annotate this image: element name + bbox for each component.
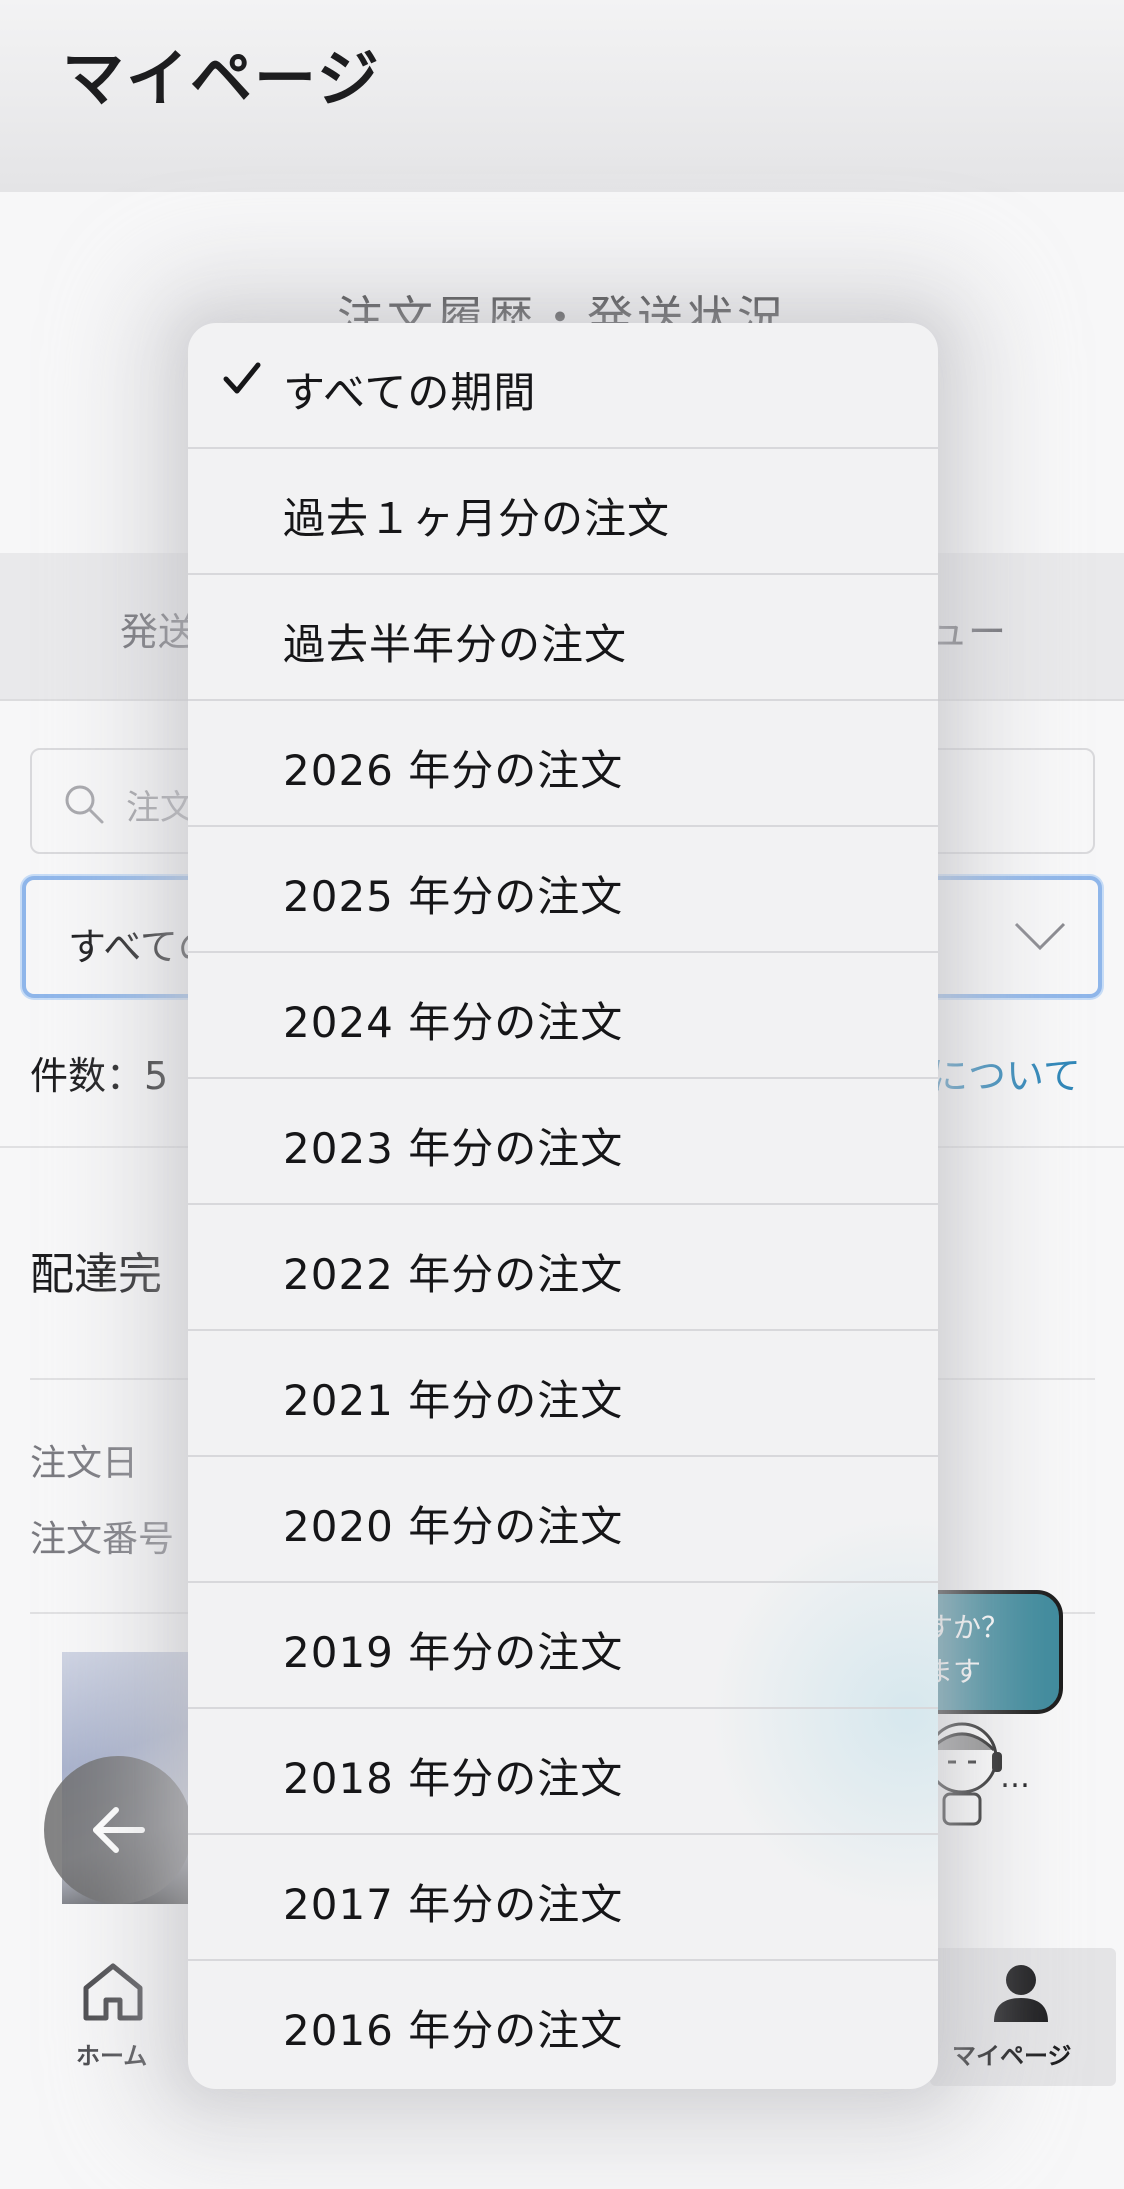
search-placeholder: 注文 <box>126 788 194 828</box>
arrow-left-icon <box>93 1807 145 1853</box>
page-header: マイページ <box>0 0 1124 192</box>
dropdown-option-label: 2017 年分の注文 <box>283 1880 624 1929</box>
back-button[interactable] <box>44 1756 192 1904</box>
dropdown-option-label: 2021 年分の注文 <box>283 1376 624 1425</box>
chevron-down-icon <box>1014 922 1066 951</box>
dropdown-option[interactable]: 2019 年分の注文 <box>188 1583 938 1709</box>
help-line-2: ます <box>925 1655 982 1688</box>
mascot-typing: … <box>1000 1760 1030 1795</box>
dropdown-option[interactable]: 過去１ヶ月分の注文 <box>188 449 938 575</box>
dropdown-option[interactable]: 2024 年分の注文 <box>188 953 938 1079</box>
dropdown-option-label: 過去１ヶ月分の注文 <box>283 494 671 543</box>
dropdown-option[interactable]: 2021 年分の注文 <box>188 1331 938 1457</box>
dropdown-option[interactable]: 2017 年分の注文 <box>188 1835 938 1961</box>
delivery-status: 配達完 <box>30 1249 162 1300</box>
dropdown-option[interactable]: 2020 年分の注文 <box>188 1457 938 1583</box>
home-icon[interactable] <box>80 1960 146 2022</box>
dropdown-option-label: 2026 年分の注文 <box>283 746 624 795</box>
search-icon <box>65 785 104 824</box>
dropdown-option-label: 2025 年分の注文 <box>283 872 624 921</box>
dropdown-option-label: 2018 年分の注文 <box>283 1754 624 1803</box>
order-date-label: 注文日 <box>30 1443 139 1484</box>
nav-home-label[interactable]: ホーム <box>76 2036 147 2071</box>
help-line-1: すか？ <box>925 1611 1010 1644</box>
dropdown-option-label: 2023 年分の注文 <box>283 1124 624 1173</box>
order-number-label: 注文番号 <box>30 1519 175 1560</box>
user-icon <box>994 1965 1048 2022</box>
dropdown-option[interactable]: 過去半年分の注文 <box>188 575 938 701</box>
dropdown-option-label: 2024 年分の注文 <box>283 998 624 1047</box>
dropdown-option-label: 2016 年分の注文 <box>283 2006 624 2055</box>
dropdown-option[interactable]: 2026 年分の注文 <box>188 701 938 827</box>
dropdown-option-label: すべての期間 <box>283 368 537 417</box>
dropdown-option[interactable]: 2023 年分の注文 <box>188 1079 938 1205</box>
nav-mypage[interactable]: マイページ <box>930 1948 1116 2086</box>
dropdown-option[interactable]: 2022 年分の注文 <box>188 1205 938 1331</box>
dropdown-option-label: 過去半年分の注文 <box>283 620 628 669</box>
checkmark-icon <box>223 362 261 394</box>
tab-shipping[interactable]: 発送 <box>120 601 196 656</box>
dropdown-option-label: 2019 年分の注文 <box>283 1628 624 1677</box>
dropdown-option[interactable]: 2018 年分の注文 <box>188 1709 938 1835</box>
dropdown-option[interactable]: 2016 年分の注文 <box>188 1961 938 2087</box>
nav-mypage-label: マイページ <box>952 2042 1072 2070</box>
order-count: 件数：5 <box>30 1054 169 1098</box>
period-dropdown-menu: すべての期間 過去１ヶ月分の注文 過去半年分の注文 2026 年分の注文 202… <box>188 323 938 2089</box>
about-link[interactable]: について <box>930 1045 1081 1100</box>
page-title: マイページ <box>62 42 381 115</box>
dropdown-option[interactable]: 2025 年分の注文 <box>188 827 938 953</box>
dropdown-option-label: 2022 年分の注文 <box>283 1250 624 1299</box>
dropdown-option-label: 2020 年分の注文 <box>283 1502 624 1551</box>
tab-review[interactable]: ュー <box>930 601 1006 656</box>
dropdown-option[interactable]: すべての期間 <box>188 323 938 449</box>
